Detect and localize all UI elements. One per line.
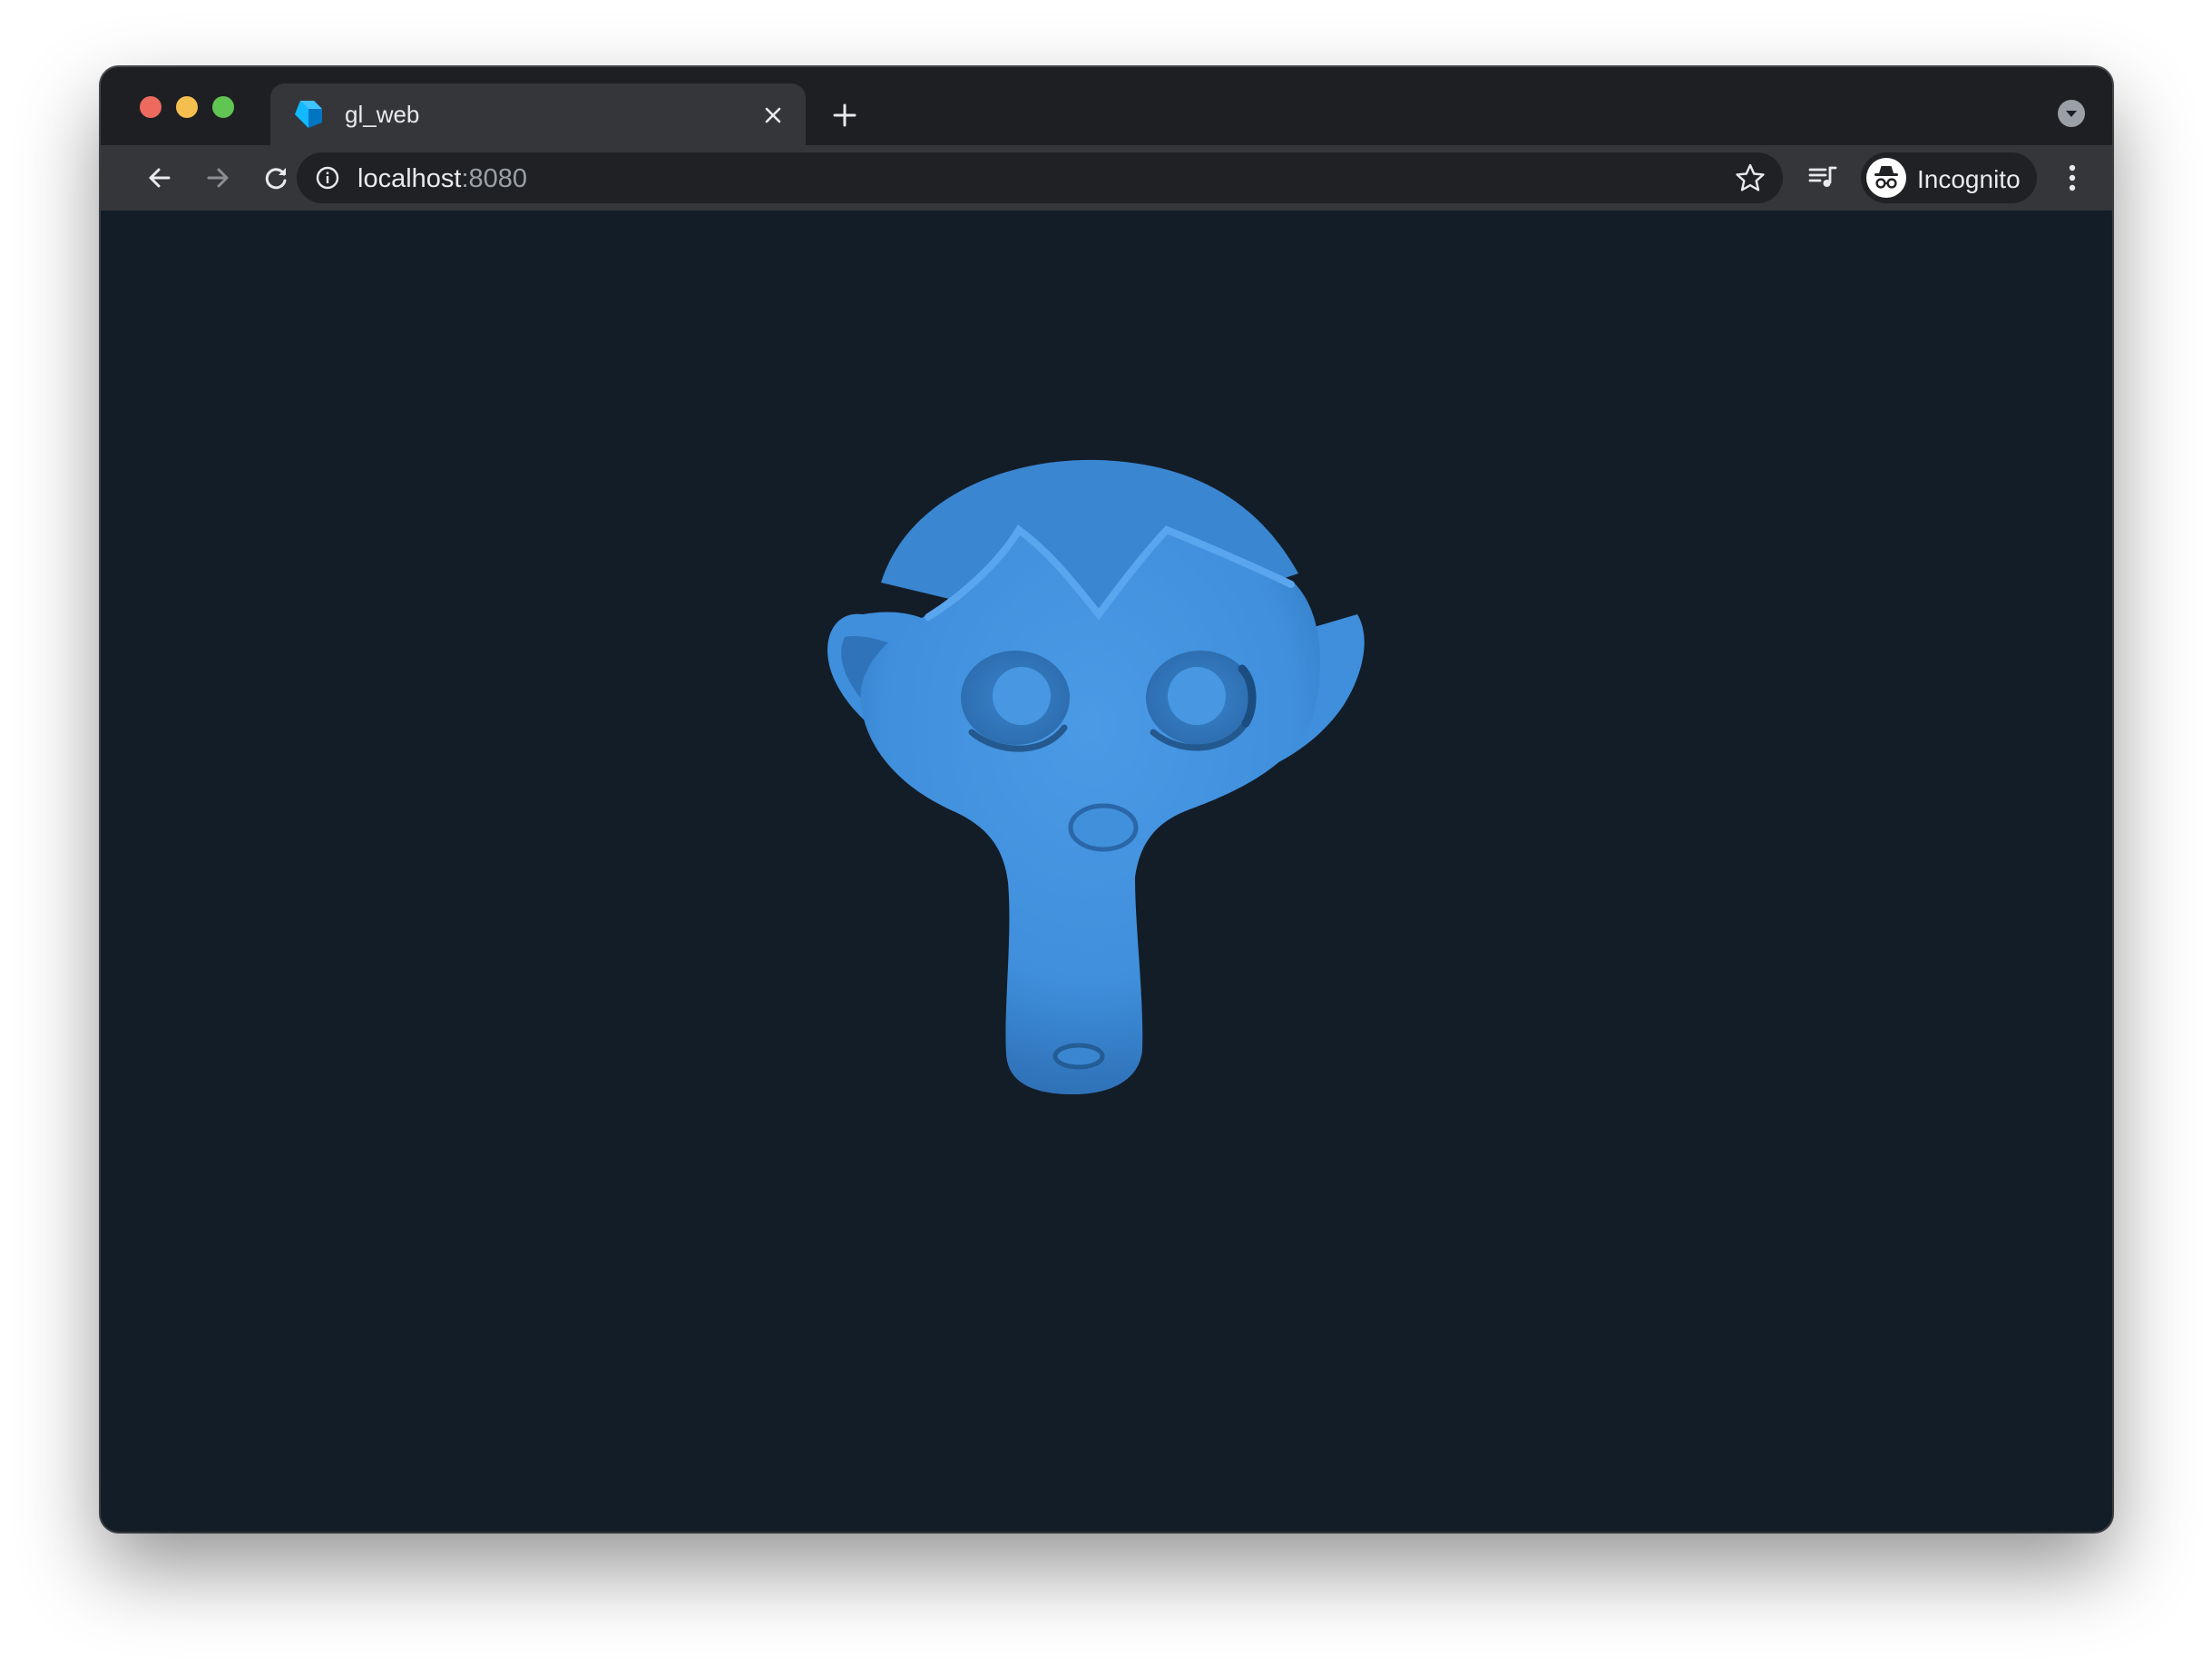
suzanne-monkey-head <box>827 459 1365 1095</box>
star-icon[interactable] <box>1734 162 1767 194</box>
reload-icon <box>265 168 287 190</box>
url-text[interactable]: localhost:8080 <box>357 164 527 194</box>
info-icon[interactable] <box>315 165 340 191</box>
forward-button[interactable] <box>198 158 238 198</box>
address-bar[interactable]: localhost:8080 <box>297 152 1783 203</box>
back-button[interactable] <box>140 158 180 198</box>
webgl-canvas[interactable] <box>101 211 2112 1532</box>
browser-menu-button[interactable] <box>2052 158 2092 198</box>
zoom-window-button[interactable] <box>212 96 234 118</box>
media-queue-icon <box>1808 166 1837 187</box>
tab-gl-web[interactable]: gl_web <box>270 83 806 147</box>
profile-label: Incognito <box>1917 165 2021 193</box>
new-tab-button[interactable] <box>827 97 863 133</box>
close-icon <box>765 107 781 123</box>
avatar <box>1866 158 1906 198</box>
chevron-down-icon <box>2066 111 2077 117</box>
incognito-icon <box>1874 166 1898 189</box>
tab-strip: gl_web <box>101 67 2112 147</box>
arrow-left-icon <box>149 168 171 188</box>
reload-button[interactable] <box>256 158 296 198</box>
incognito-profile-button[interactable]: Incognito <box>1861 152 2037 203</box>
tab-title: gl_web <box>345 101 420 128</box>
tab-search-button[interactable] <box>2058 100 2085 127</box>
close-tab-button[interactable] <box>757 99 789 132</box>
close-window-button[interactable] <box>140 96 161 118</box>
browser-toolbar: localhost:8080 Incognito <box>101 145 2112 211</box>
url-host: localhost <box>357 164 462 193</box>
url-port: :8080 <box>461 164 528 193</box>
media-controls-button[interactable] <box>1803 158 1843 198</box>
browser-window: gl_web localhost:8080 Incognito <box>101 67 2112 1532</box>
arrow-right-icon <box>207 168 229 188</box>
dart-logo-icon <box>295 101 322 128</box>
minimize-window-button[interactable] <box>176 96 198 118</box>
webgl-viewport[interactable] <box>101 211 2112 1532</box>
plus-icon <box>833 103 856 127</box>
kebab-menu-icon <box>2069 164 2076 191</box>
